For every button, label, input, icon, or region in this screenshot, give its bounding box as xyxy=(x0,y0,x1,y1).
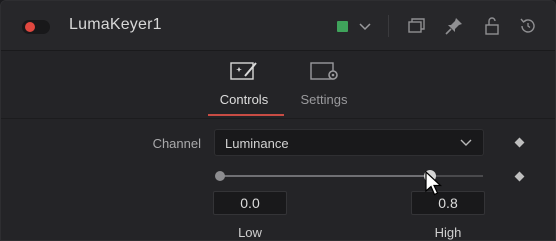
channel-label: Channel xyxy=(152,136,201,151)
range-keyframe-button[interactable] xyxy=(514,171,525,182)
low-value-input[interactable]: 0.0 xyxy=(213,191,287,215)
tab-controls-label: Controls xyxy=(219,92,269,107)
range-slider-fill xyxy=(220,175,431,177)
high-value-input[interactable]: 0.8 xyxy=(411,191,485,215)
tab-controls[interactable]: Controls xyxy=(209,59,279,115)
node-enable-toggle[interactable] xyxy=(22,20,50,34)
node-title: LumaKeyer1 xyxy=(69,16,162,33)
mouse-cursor-icon xyxy=(425,171,443,196)
active-tab-indicator xyxy=(208,114,284,116)
range-low-handle[interactable] xyxy=(215,171,225,181)
tab-settings[interactable]: Settings xyxy=(289,59,359,115)
lock-icon[interactable] xyxy=(481,15,503,37)
channel-dropdown[interactable]: Luminance xyxy=(214,129,484,156)
low-label: Low xyxy=(238,225,262,240)
channel-value: Luminance xyxy=(225,136,289,151)
toggle-knob xyxy=(25,22,35,32)
reset-icon[interactable] xyxy=(517,15,539,37)
pin-icon[interactable] xyxy=(443,15,465,37)
inspector-panel: LumaKeyer1 Controls Settings Channel Lum… xyxy=(0,0,556,241)
channel-keyframe-button[interactable] xyxy=(514,137,525,148)
node-color-swatch[interactable] xyxy=(337,21,348,32)
header-divider xyxy=(388,15,389,37)
tab-settings-label: Settings xyxy=(300,92,348,107)
chevron-down-icon xyxy=(460,139,472,146)
versions-icon[interactable] xyxy=(405,15,427,37)
chevron-down-icon[interactable] xyxy=(357,18,373,34)
controls-icon xyxy=(230,62,257,80)
high-label: High xyxy=(434,225,462,240)
tab-divider xyxy=(1,118,555,119)
node-header: LumaKeyer1 xyxy=(1,1,555,51)
settings-icon xyxy=(310,62,338,80)
